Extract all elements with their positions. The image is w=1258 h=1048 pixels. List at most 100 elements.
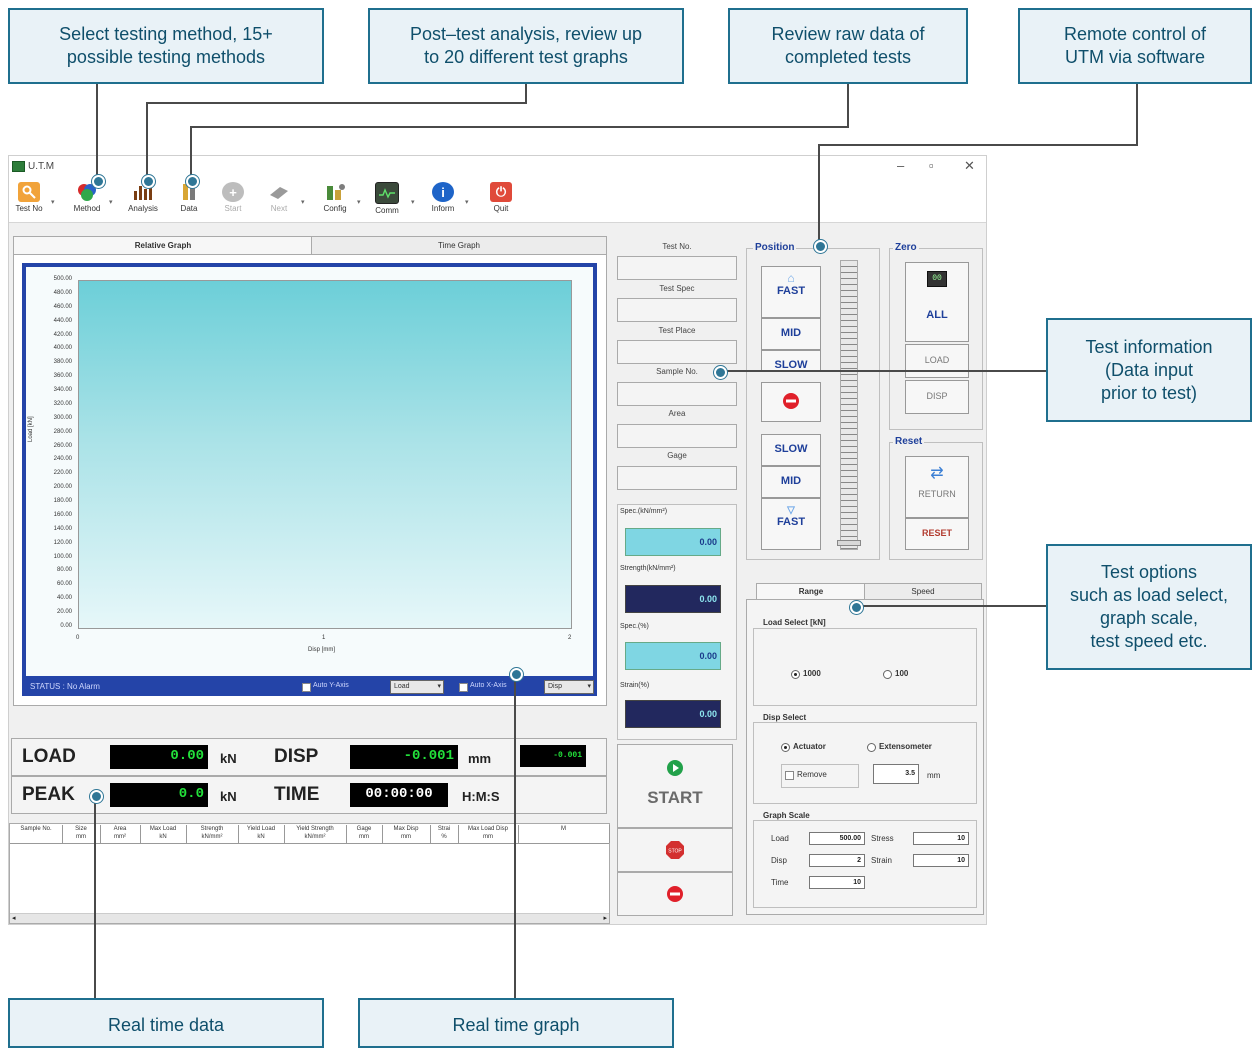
x-axis-select[interactable]: Disp ▾ [544,680,594,694]
gage-input[interactable] [617,466,737,490]
scale-stress-input[interactable]: 10 [913,832,969,845]
load-1000-label: 1000 [803,669,821,678]
readout-row-1: LOAD 0.00 kN DISP -0.001 mm -0.001 [11,738,607,776]
remove-checkbox[interactable] [785,771,794,780]
leader-line [818,144,820,244]
table-header-cell[interactable]: Area mm² [100,825,141,843]
leader-line [525,84,527,104]
y-tick-label: 260.00 [53,442,72,449]
return-button[interactable]: ⇄ RETURN [905,456,969,518]
table-header-cell[interactable]: Sample No. [10,825,63,843]
y-tick-label: 80.00 [56,567,72,574]
scale-time-input[interactable]: 10 [809,876,865,889]
chevron-down-icon[interactable]: ▾ [465,198,469,206]
table-header-cell[interactable]: Max Disp mm [382,825,431,843]
zero-disp-button[interactable]: DISP [905,380,969,414]
next-toolbar-button[interactable]: Next [261,181,297,219]
y-tick-label: 400.00 [53,345,72,352]
up-fast-button[interactable]: ⌂ FAST [761,266,821,318]
zero-all-button[interactable]: 00 ALL [905,262,969,342]
minimize-button[interactable]: – [897,158,904,173]
chevron-down-icon[interactable]: ▾ [301,198,305,206]
config-button[interactable]: Config [317,181,353,219]
test-no-button[interactable]: Test No [11,181,47,219]
table-header-cell[interactable]: Gage mm [346,825,383,843]
close-button[interactable]: ✕ [964,158,975,174]
horizontal-scrollbar[interactable]: ◂ ▸ [10,913,609,923]
table-header-cell[interactable]: Max Load Disp mm [458,825,519,843]
results-table[interactable]: Sample No. Size mm Area mm² Max Load kN Strengt… [9,823,610,924]
sample-no-input[interactable] [617,382,737,406]
test-no-field-label: Test No. [662,242,692,251]
maximize-button[interactable]: ▫ [929,158,934,173]
chevron-down-icon[interactable]: ▾ [357,198,361,206]
reset-button[interactable]: RESET [905,518,969,550]
scale-disp-input[interactable]: 2 [809,854,865,867]
analysis-button[interactable]: Analysis [125,181,161,219]
extensometer-radio[interactable] [867,743,876,752]
scale-strain-input[interactable]: 10 [913,854,969,867]
column-name: Area [113,826,127,832]
y-tick-label: 320.00 [53,400,72,407]
table-header-cell[interactable]: M [518,825,610,843]
scroll-right-icon[interactable]: ▸ [603,914,607,922]
up-slow-button[interactable]: SLOW [761,350,821,372]
down-slow-button[interactable]: SLOW [761,434,821,466]
auto-x-checkbox[interactable] [459,683,468,692]
plot-area[interactable] [78,280,572,629]
tab-time-graph[interactable]: Time Graph [311,236,607,256]
actuator-radio[interactable] [781,743,790,752]
start-button[interactable]: START [617,744,733,828]
remove-input[interactable]: 3.5 [873,764,919,784]
y-axis-select[interactable]: Load ▾ [390,680,444,694]
table-header-cell[interactable]: Yield Strength kN/mm² [284,825,347,843]
x-tick-label: 2 [568,635,572,641]
emergency-stop-button[interactable] [617,872,733,916]
comm-label: Comm [375,206,399,215]
test-place-input[interactable] [617,340,737,364]
scale-disp-label: Disp [771,856,788,865]
chevron-down-icon[interactable]: ▾ [109,198,113,206]
chevron-down-icon[interactable]: ▾ [411,198,415,206]
slider-thumb[interactable] [837,540,861,546]
y-tick-label: 200.00 [53,484,72,491]
chevron-down-icon[interactable]: ▾ [51,198,55,206]
scale-load-input[interactable]: 500.00 [809,832,865,845]
remove-unit: mm [927,771,941,780]
table-header-cell[interactable]: Max Load kN [140,825,187,843]
table-header-cell[interactable]: Yield Load kN [238,825,285,843]
graph-status-bar: STATUS : No Alarm Auto Y-Axis Load ▾ Auto… [22,677,597,696]
load-1000-radio[interactable] [791,670,800,679]
return-label: RETURN [918,489,956,499]
analysis-label: Analysis [128,204,158,213]
up-fast-label: FAST [776,285,806,297]
test-spec-input[interactable] [617,298,737,322]
test-no-input[interactable] [617,256,737,280]
callout-test-options: Test options such as load select, graph … [1046,544,1252,670]
inform-button[interactable]: i Inform [425,181,461,219]
position-slider[interactable] [840,260,858,550]
start-toolbar-button[interactable]: + Start [215,181,251,219]
area-input[interactable] [617,424,737,448]
down-fast-button[interactable]: ▽ FAST [761,498,821,550]
column-unit: kN/mm² [304,834,326,840]
stop-button[interactable]: STOP [617,828,733,872]
zero-load-button[interactable]: LOAD [905,344,969,378]
tab-relative-graph[interactable]: Relative Graph [13,236,313,256]
down-mid-button[interactable]: MID [761,466,821,498]
scroll-left-icon[interactable]: ◂ [12,914,16,922]
quit-button[interactable]: ⏻ Quit [483,181,519,219]
auto-x-label: Auto X-Axis [470,682,507,689]
y-tick-label: 380.00 [53,359,72,366]
position-stop-button[interactable] [761,382,821,422]
y-tick-label: 100.00 [53,553,72,560]
down-arrow-icon: ▽ [787,505,795,516]
column-name: Strength [200,826,224,832]
table-header-cell[interactable]: Strai% [430,825,459,843]
auto-y-checkbox[interactable] [302,683,311,692]
stop-sign-icon: STOP [666,841,684,859]
table-header-cell[interactable]: Strength kN/mm² [186,825,239,843]
load-100-radio[interactable] [883,670,892,679]
up-mid-button[interactable]: MID [761,318,821,350]
comm-button[interactable]: Comm [369,181,405,219]
